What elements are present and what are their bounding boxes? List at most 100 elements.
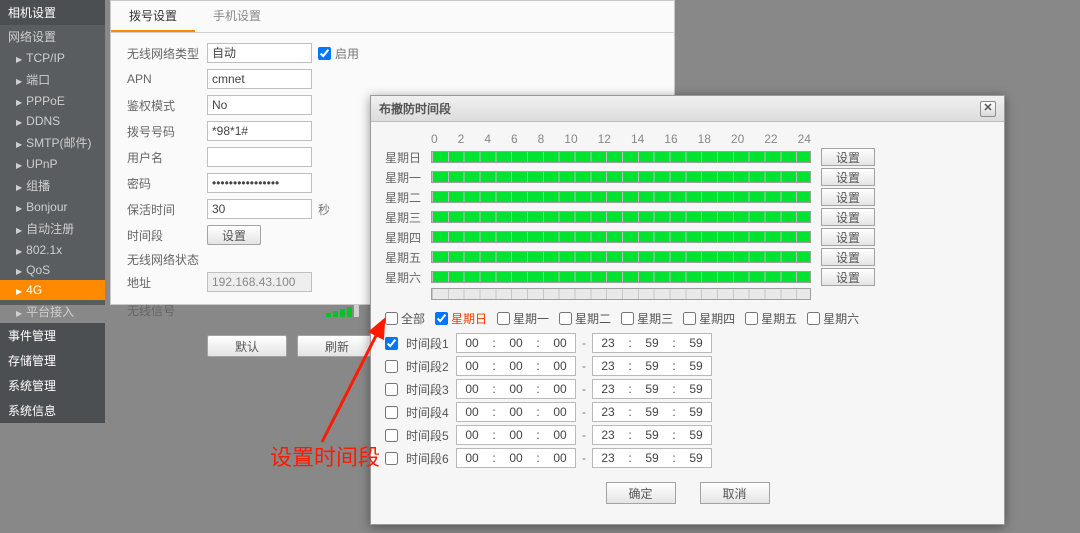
nav-item-smtp(邮件)[interactable]: SMTP(邮件) xyxy=(0,131,105,154)
schedule-bar[interactable] xyxy=(431,171,811,183)
schedule-set-button[interactable]: 设置 xyxy=(821,168,875,186)
time-s[interactable]: 59 xyxy=(687,336,705,350)
button-ok[interactable]: 确定 xyxy=(606,482,676,504)
checkbox-day-input-4[interactable] xyxy=(683,312,696,325)
time-h[interactable]: 00 xyxy=(463,359,481,373)
close-icon[interactable]: ✕ xyxy=(980,101,996,117)
checkbox-day-5[interactable]: 星期五 xyxy=(745,310,797,327)
nav-item-802.1x[interactable]: 802.1x xyxy=(0,240,105,260)
time-h[interactable]: 00 xyxy=(463,405,481,419)
nav-section-network[interactable]: 网络设置 xyxy=(0,25,105,48)
time-h[interactable]: 23 xyxy=(599,359,617,373)
nav-section-event[interactable]: 事件管理 xyxy=(0,323,105,348)
tab-dial[interactable]: 拨号设置 xyxy=(111,1,195,32)
time-from-box[interactable]: 00:00:00 xyxy=(456,379,576,399)
time-s[interactable]: 59 xyxy=(687,451,705,465)
nav-item-平台接入[interactable]: 平台接入 xyxy=(0,300,105,323)
time-to-box[interactable]: 23:59:59 xyxy=(592,402,712,422)
checkbox-day-input-5[interactable] xyxy=(745,312,758,325)
time-s[interactable]: 59 xyxy=(687,428,705,442)
nav-section-sysinfo[interactable]: 系统信息 xyxy=(0,398,105,423)
nav-item-qos[interactable]: QoS xyxy=(0,260,105,280)
time-from-box[interactable]: 00:00:00 xyxy=(456,333,576,353)
button-period[interactable]: 设置 xyxy=(207,225,261,245)
schedule-bar-extra[interactable] xyxy=(431,288,811,300)
schedule-bar[interactable] xyxy=(431,211,811,223)
time-from-box[interactable]: 00:00:00 xyxy=(456,356,576,376)
input-user[interactable] xyxy=(207,147,312,167)
select-auth[interactable]: No xyxy=(207,95,312,115)
input-dial[interactable] xyxy=(207,121,312,141)
nav-item-自动注册[interactable]: 自动注册 xyxy=(0,217,105,240)
input-apn[interactable] xyxy=(207,69,312,89)
time-to-box[interactable]: 23:59:59 xyxy=(592,333,712,353)
time-m[interactable]: 00 xyxy=(507,336,525,350)
schedule-bar[interactable] xyxy=(431,271,811,283)
time-row-checkbox[interactable] xyxy=(385,452,398,465)
time-h[interactable]: 00 xyxy=(463,451,481,465)
time-to-box[interactable]: 23:59:59 xyxy=(592,425,712,445)
nav-item-upnp[interactable]: UPnP xyxy=(0,154,105,174)
checkbox-day-input-3[interactable] xyxy=(621,312,634,325)
schedule-set-button[interactable]: 设置 xyxy=(821,188,875,206)
nav-section-system[interactable]: 系统管理 xyxy=(0,373,105,398)
time-h[interactable]: 00 xyxy=(463,336,481,350)
time-to-box[interactable]: 23:59:59 xyxy=(592,379,712,399)
time-row-checkbox[interactable] xyxy=(385,429,398,442)
checkbox-day-6[interactable]: 星期六 xyxy=(807,310,859,327)
time-m[interactable]: 00 xyxy=(507,382,525,396)
nav-item-pppoe[interactable]: PPPoE xyxy=(0,91,105,111)
time-m[interactable]: 59 xyxy=(643,382,661,396)
time-s[interactable]: 59 xyxy=(687,359,705,373)
time-h[interactable]: 23 xyxy=(599,382,617,396)
schedule-set-button[interactable]: 设置 xyxy=(821,268,875,286)
input-keep[interactable] xyxy=(207,199,312,219)
checkbox-day-4[interactable]: 星期四 xyxy=(683,310,735,327)
nav-item-ddns[interactable]: DDNS xyxy=(0,111,105,131)
select-net-type[interactable]: 自动 xyxy=(207,43,312,63)
time-h[interactable]: 23 xyxy=(599,428,617,442)
schedule-set-button[interactable]: 设置 xyxy=(821,248,875,266)
time-s[interactable]: 59 xyxy=(687,382,705,396)
checkbox-day-input-2[interactable] xyxy=(559,312,572,325)
time-h[interactable]: 00 xyxy=(463,428,481,442)
checkbox-day-input-1[interactable] xyxy=(497,312,510,325)
schedule-bar[interactable] xyxy=(431,231,811,243)
schedule-set-button[interactable]: 设置 xyxy=(821,148,875,166)
nav-item-端口[interactable]: 端口 xyxy=(0,68,105,91)
time-from-box[interactable]: 00:00:00 xyxy=(456,448,576,468)
checkbox-day-1[interactable]: 星期一 xyxy=(497,310,549,327)
nav-item-tcp/ip[interactable]: TCP/IP xyxy=(0,48,105,68)
nav-section-storage[interactable]: 存储管理 xyxy=(0,348,105,373)
time-m[interactable]: 00 xyxy=(507,359,525,373)
time-m[interactable]: 59 xyxy=(643,405,661,419)
time-m[interactable]: 00 xyxy=(507,428,525,442)
time-h[interactable]: 23 xyxy=(599,451,617,465)
time-h[interactable]: 23 xyxy=(599,405,617,419)
time-row-checkbox[interactable] xyxy=(385,360,398,373)
time-to-box[interactable]: 23:59:59 xyxy=(592,356,712,376)
input-pwd[interactable] xyxy=(207,173,312,193)
schedule-set-button[interactable]: 设置 xyxy=(821,208,875,226)
tab-phone[interactable]: 手机设置 xyxy=(195,1,279,32)
checkbox-day-2[interactable]: 星期二 xyxy=(559,310,611,327)
checkbox-day-3[interactable]: 星期三 xyxy=(621,310,673,327)
nav-item-4g[interactable]: 4G xyxy=(0,280,105,300)
checkbox-day-0[interactable]: 星期日 xyxy=(435,310,487,327)
time-m[interactable]: 59 xyxy=(643,359,661,373)
time-s[interactable]: 00 xyxy=(551,382,569,396)
time-from-box[interactable]: 00:00:00 xyxy=(456,402,576,422)
button-default[interactable]: 默认 xyxy=(207,335,287,357)
time-h[interactable]: 23 xyxy=(599,336,617,350)
schedule-bar[interactable] xyxy=(431,151,811,163)
time-h[interactable]: 00 xyxy=(463,382,481,396)
schedule-set-button[interactable]: 设置 xyxy=(821,228,875,246)
time-m[interactable]: 59 xyxy=(643,451,661,465)
time-row-checkbox[interactable] xyxy=(385,337,398,350)
time-s[interactable]: 00 xyxy=(551,336,569,350)
time-s[interactable]: 00 xyxy=(551,359,569,373)
checkbox-day-input-6[interactable] xyxy=(807,312,820,325)
button-refresh[interactable]: 刷新 xyxy=(297,335,377,357)
time-s[interactable]: 00 xyxy=(551,428,569,442)
time-m[interactable]: 59 xyxy=(643,428,661,442)
